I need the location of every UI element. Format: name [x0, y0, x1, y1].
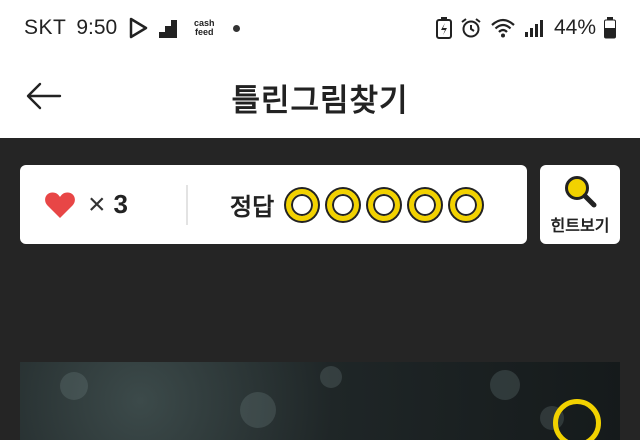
- hint-label: 힌트보기: [550, 217, 610, 235]
- cashfeed-icon: cash feed: [189, 19, 219, 37]
- battery-percent: 44%: [553, 16, 596, 39]
- play-icon: [129, 17, 148, 39]
- signal-icon: [524, 20, 543, 37]
- answer-slot: [368, 188, 401, 221]
- alarm-icon: [461, 18, 481, 38]
- status-right: 44%: [435, 16, 616, 40]
- stats-divider: [186, 184, 188, 225]
- answer-slot: [327, 188, 360, 221]
- arrow-left-icon: [26, 82, 62, 110]
- status-bar: SKT 9:50 cash feed 44%: [0, 0, 640, 56]
- battery-saver-icon: [435, 17, 452, 39]
- lives-count: 3: [113, 189, 128, 219]
- app-header: 틀린그림찾기: [0, 56, 640, 138]
- wifi-icon: [491, 18, 515, 38]
- difference-marker: [553, 399, 601, 440]
- lives-multiplier: ×: [88, 187, 106, 221]
- status-left: SKT 9:50 cash feed: [24, 16, 241, 40]
- answers-indicator: 정답: [230, 187, 491, 222]
- magnifier-icon: [565, 175, 597, 207]
- battery-icon: [604, 17, 616, 39]
- dot-icon: [233, 24, 241, 32]
- answer-slot: [409, 188, 442, 221]
- cashfeed-bottom: feed: [194, 27, 214, 37]
- lives-indicator: × 3: [44, 188, 174, 222]
- puzzle-image[interactable]: [20, 362, 620, 440]
- stats-card: × 3 정답: [20, 165, 527, 244]
- heart-icon: [45, 191, 75, 218]
- pixel-app-icon: [159, 20, 178, 38]
- hint-button[interactable]: 힌트보기: [540, 165, 620, 244]
- answer-label: 정답: [230, 194, 275, 221]
- carrier-label: SKT: [24, 16, 67, 39]
- answer-slot: [450, 188, 483, 221]
- page-title: 틀린그림찾기: [231, 82, 409, 118]
- clock: 9:50: [76, 16, 118, 39]
- back-button[interactable]: [24, 76, 64, 116]
- answer-slots: [286, 188, 491, 221]
- answer-slot: [286, 188, 319, 221]
